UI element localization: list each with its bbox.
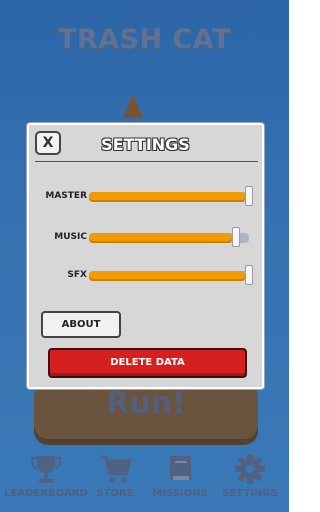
- sfx-volume-slider[interactable]: [89, 265, 253, 285]
- settings-dialog: X SETTINGS MASTER MUSIC SFX ABOUT DELETE…: [27, 123, 264, 389]
- music-volume-fill: [89, 233, 233, 243]
- music-volume-row: MUSIC: [29, 227, 262, 248]
- master-volume-handle[interactable]: [245, 186, 253, 206]
- sfx-volume-row: SFX: [29, 265, 262, 286]
- master-volume-label: MASTER: [45, 191, 87, 201]
- sfx-volume-label: SFX: [67, 270, 87, 280]
- master-volume-fill: [89, 192, 245, 202]
- master-volume-slider[interactable]: [89, 186, 253, 206]
- master-volume-row: MASTER: [29, 186, 262, 207]
- title-divider: [35, 161, 258, 162]
- music-volume-handle[interactable]: [232, 227, 241, 247]
- music-volume-slider[interactable]: [89, 227, 249, 247]
- sfx-volume-fill: [89, 271, 245, 281]
- game-screen: TRASH CAT Run! LEADERBOARD STORE MISSION…: [0, 0, 289, 512]
- sfx-volume-handle[interactable]: [245, 265, 253, 285]
- music-volume-label: MUSIC: [54, 232, 87, 242]
- about-button[interactable]: ABOUT: [41, 311, 121, 338]
- dialog-title: SETTINGS: [101, 135, 190, 154]
- delete-data-button[interactable]: DELETE DATA: [48, 348, 247, 378]
